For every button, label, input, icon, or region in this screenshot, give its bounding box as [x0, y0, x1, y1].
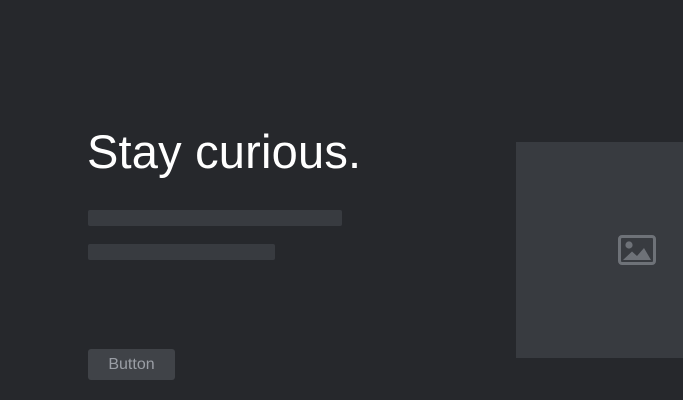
image-icon	[618, 235, 656, 265]
hero-headline: Stay curious.	[87, 125, 362, 178]
text-placeholder-line	[88, 244, 275, 260]
hero-button[interactable]: Button	[88, 349, 175, 380]
image-placeholder	[516, 142, 683, 358]
text-placeholder-line	[88, 210, 342, 226]
